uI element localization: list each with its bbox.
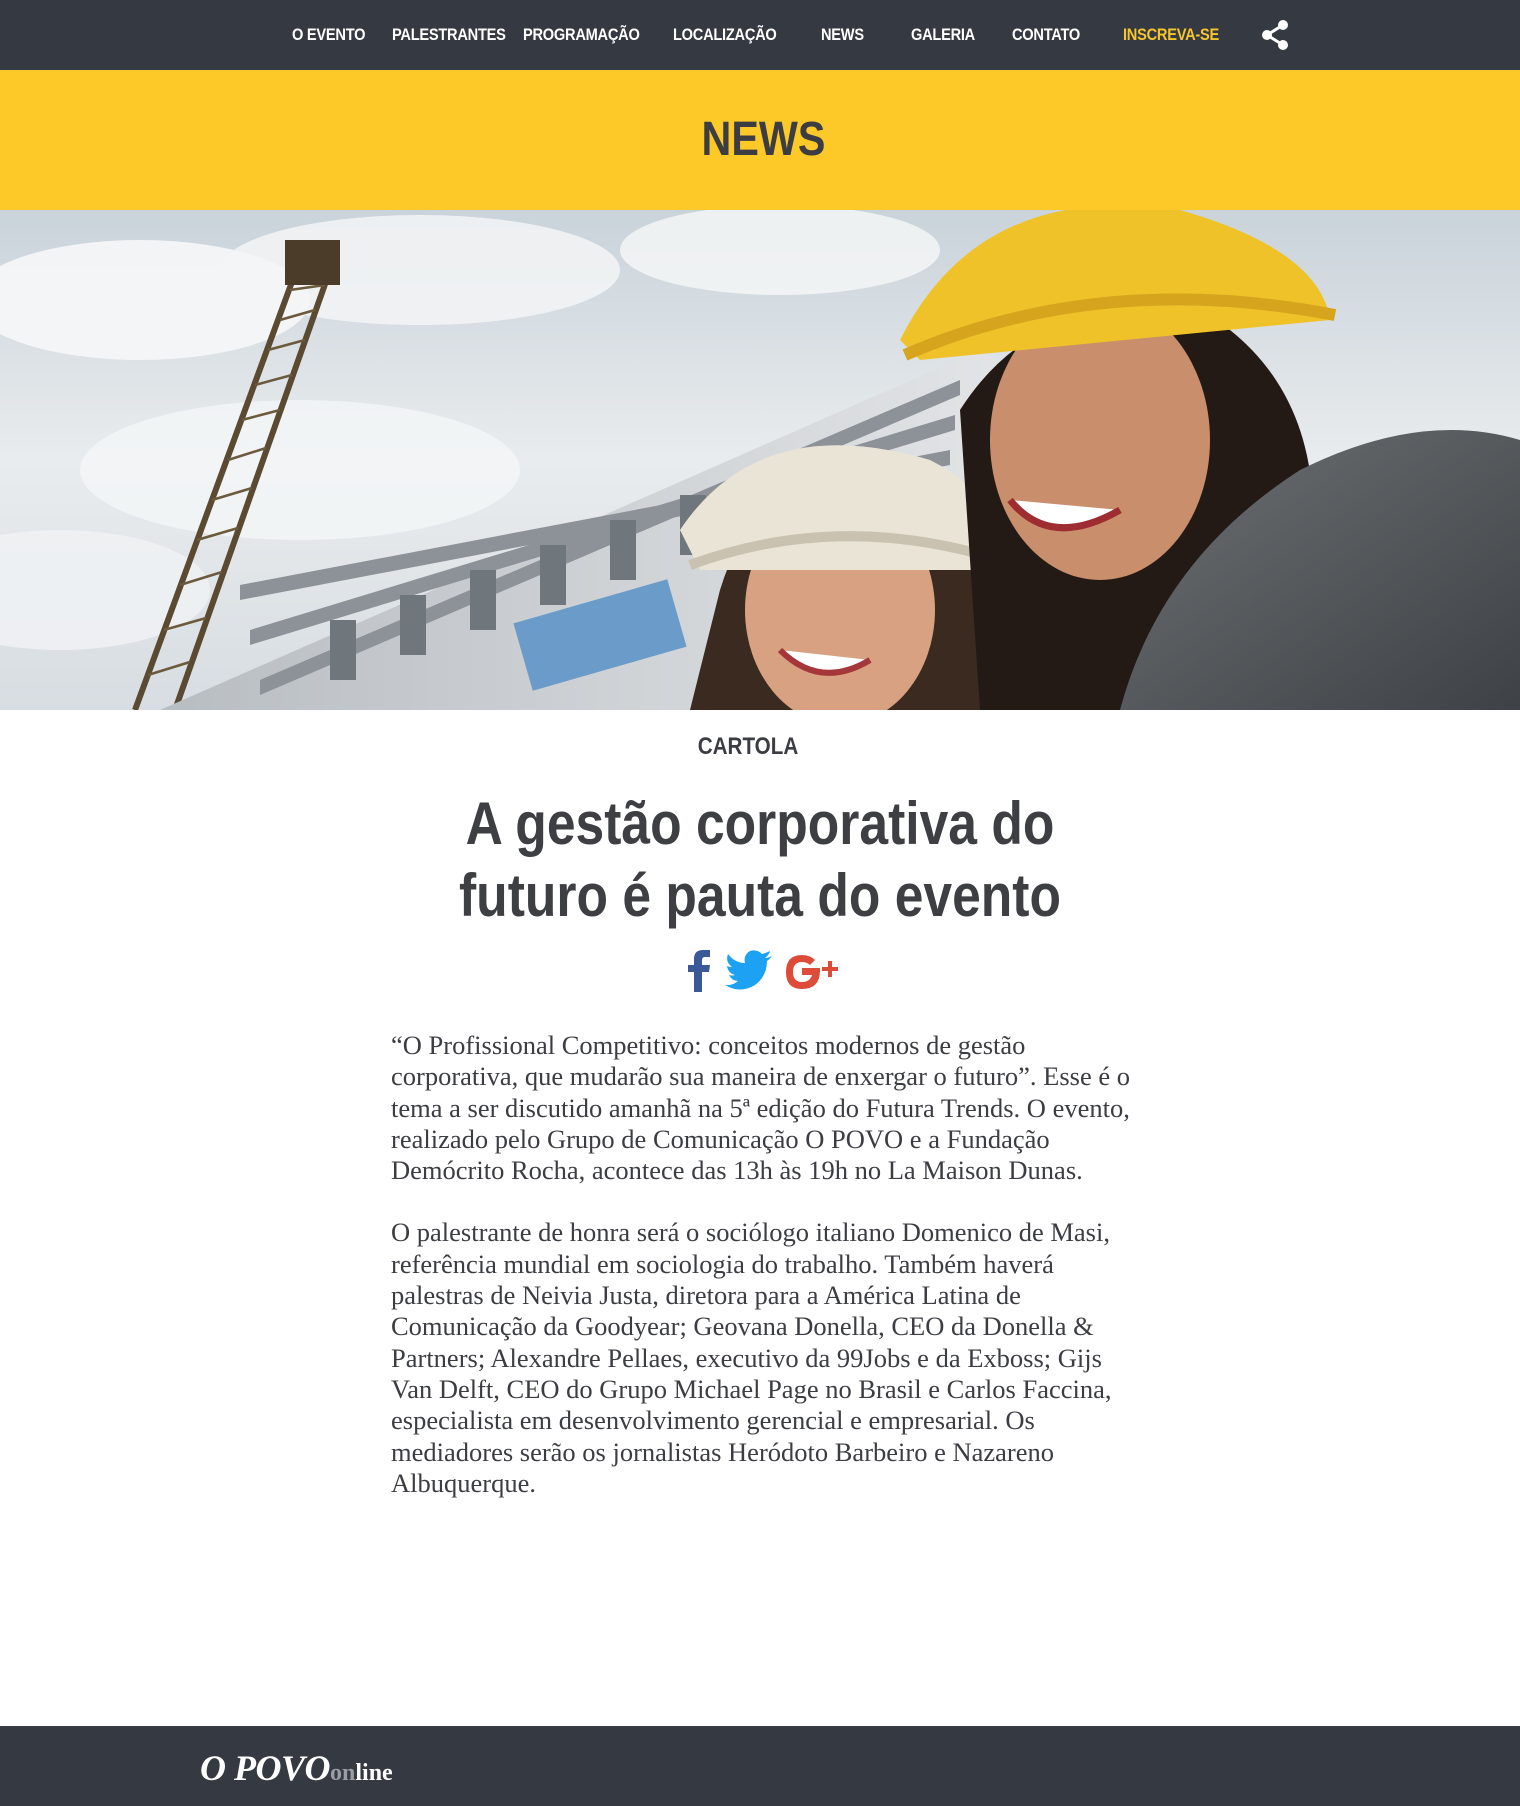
article-paragraph: O palestrante de honra será o sociólogo … [391, 1217, 1112, 1498]
hero-photo [0, 210, 1520, 710]
share-icon[interactable] [1259, 19, 1291, 51]
google-plus-icon[interactable] [782, 948, 842, 992]
top-navigation: O EVENTO PALESTRANTES PROGRAMAÇÃO LOCALI… [0, 0, 1520, 70]
article-category: CARTOLA [697, 733, 799, 760]
nav-galeria[interactable]: GALERIA [911, 0, 975, 70]
article-body: “O Profissional Competitivo: conceitos m… [391, 1030, 1131, 1530]
footer-logo-brand: O POVO [200, 1748, 331, 1788]
nav-localizacao[interactable]: LOCALIZAÇÃO [673, 0, 777, 70]
article-headline: A gestão corporativa do futuro é pauta d… [458, 790, 1062, 929]
nav-contato[interactable]: CONTATO [1012, 0, 1080, 70]
footer-logo-suffix-on: on [330, 1760, 356, 1786]
footer-logo[interactable]: O POVOonline [200, 1746, 393, 1790]
nav-o-evento[interactable]: O EVENTO [292, 0, 365, 70]
section-title: NEWS [701, 113, 826, 166]
facebook-icon[interactable] [686, 948, 714, 992]
nav-inscreva-se[interactable]: INSCREVA-SE [1123, 0, 1219, 70]
twitter-icon[interactable] [724, 948, 774, 992]
footer-logo-suffix-line: line [355, 1760, 393, 1786]
article-paragraph: “O Profissional Competitivo: conceitos m… [391, 1030, 1130, 1186]
nav-news[interactable]: NEWS [821, 0, 864, 70]
section-banner: NEWS [0, 70, 1520, 210]
nav-programacao[interactable]: PROGRAMAÇÃO [523, 0, 640, 70]
footer: O POVOonline [0, 1726, 1520, 1806]
nav-palestrantes[interactable]: PALESTRANTES [392, 0, 506, 70]
